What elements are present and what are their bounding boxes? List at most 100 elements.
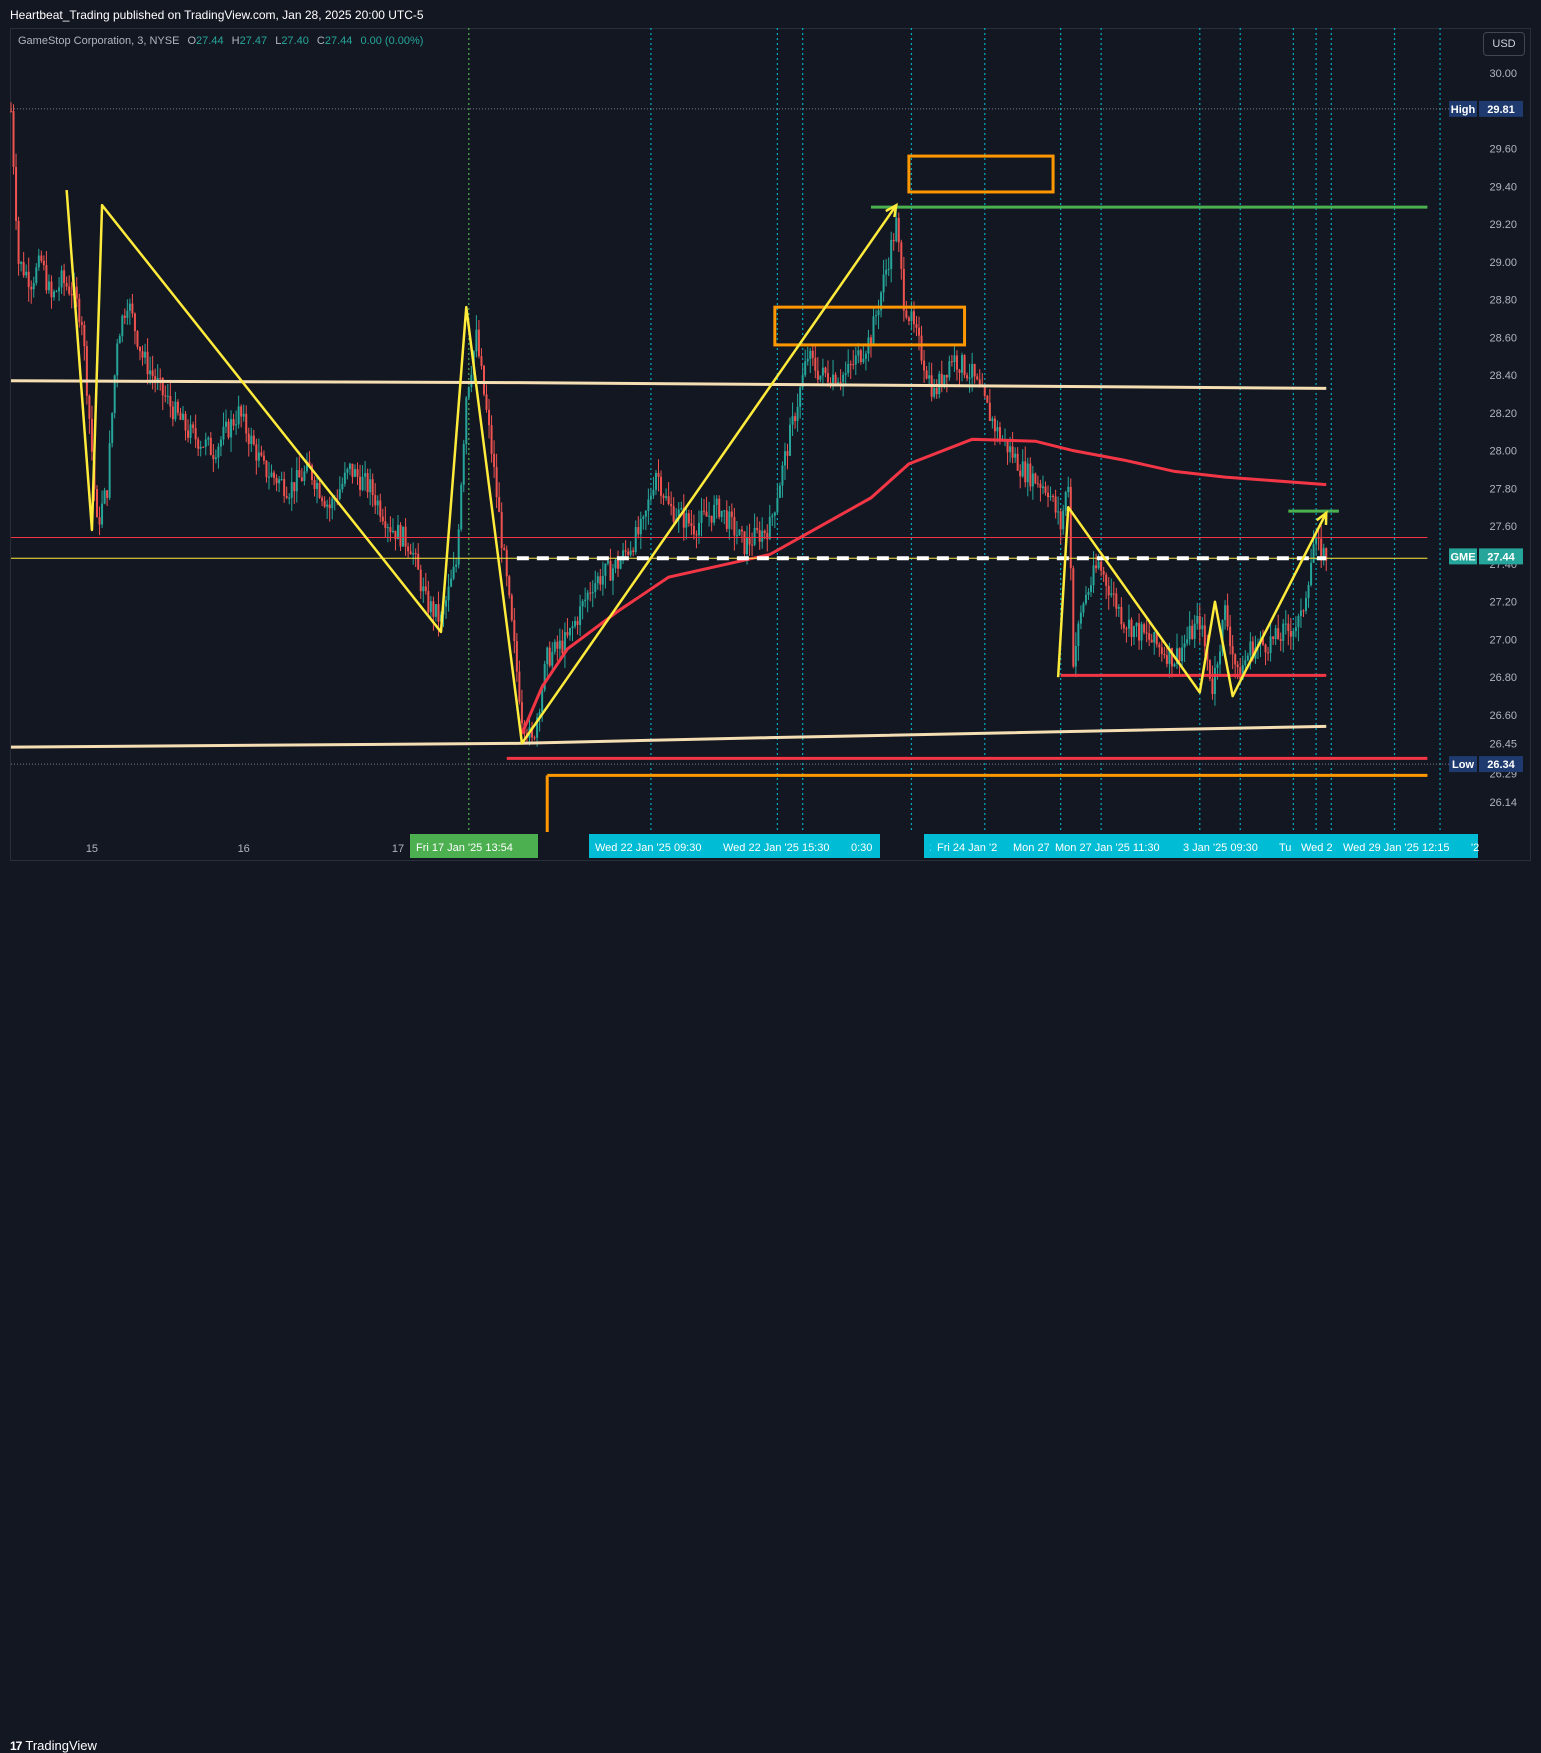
candle-body [149,370,152,375]
candle-body [242,413,245,417]
candle-body [781,465,784,486]
tradingview-logo-icon: 17 [10,1738,22,1753]
candle-body [480,356,483,366]
candle-body [642,516,645,519]
candle-body [988,402,991,422]
candle-body [1297,616,1300,628]
candle-body [1019,470,1022,477]
candle-body [857,350,860,356]
candle-body [518,671,521,703]
candle-body [604,563,607,576]
candle-body [1082,603,1085,613]
candle-body [778,485,781,499]
candle-body [1284,623,1287,625]
candle-body [690,523,693,526]
candle-body [875,315,878,317]
candle-body [907,317,910,322]
y-axis-tick-label: 27.80 [1489,483,1517,495]
candle-body [245,413,248,434]
y-axis-tick-label: 29.60 [1489,144,1517,156]
candle-body [359,476,362,490]
price-badge-value: 27.44 [1487,551,1515,563]
candle-body [1165,655,1168,664]
candle-body [1044,486,1047,493]
currency-button[interactable]: USD [1483,32,1525,56]
candle-body [1072,568,1075,667]
y-axis-tick-label: 27.20 [1489,597,1517,609]
candle-body [743,531,746,555]
price-badge-value: 26.34 [1487,759,1515,771]
candle-body [123,315,126,318]
x-axis-highlight-label: Tu [1279,842,1291,854]
candle-body [1269,636,1272,653]
candle-body [78,298,81,323]
candle-body [450,578,453,587]
tradingview-brand[interactable]: 17 TradingView [10,1738,97,1753]
candle-body [265,460,268,478]
candle-body [384,521,387,528]
candle-body [126,310,129,318]
candle-body [1095,565,1098,569]
candle-body [316,482,319,490]
candle-body [766,533,769,540]
candle-body [1079,612,1082,624]
zigzag-line [1056,506,1328,698]
candle-body [290,482,293,498]
candle-body [381,516,384,522]
candle-body [128,303,131,311]
candle-body [735,535,738,537]
candle-body [437,604,440,622]
candle-body [718,498,721,518]
candle-body [844,373,847,375]
candle-body [541,689,544,713]
change-value: 0.00 (0.00%) [360,35,424,47]
candle-body [1064,492,1067,511]
candle-body [25,271,28,276]
candle-body [467,387,470,398]
candle-body [488,409,491,426]
candle-body [652,489,655,496]
candle-body [548,647,551,666]
candle-body [240,406,243,417]
y-axis-tick-label: 29.20 [1489,219,1517,231]
candle-body [455,564,458,567]
candle-body [1092,565,1095,586]
candle-body [257,452,260,461]
candle-body [187,430,190,438]
candle-body [1224,605,1227,620]
price-zone-box [907,154,1055,194]
candle-body [654,472,657,490]
candle-body [462,444,465,485]
candle-body [816,370,819,380]
candle-body [230,419,233,438]
candle-body [533,737,536,739]
candle-body [1282,623,1285,641]
candle-body [346,469,349,473]
y-axis-tick-label: 28.20 [1489,408,1517,420]
candle-body [713,504,716,523]
candle-body [1315,537,1318,545]
candle-body [877,310,880,316]
candle-body [131,303,134,314]
candle-body [639,518,642,535]
candle-body [1287,623,1290,632]
candle-body [912,311,915,325]
candle-body [627,551,630,555]
candle-body [482,365,485,395]
candle-body [556,641,559,649]
candle-body [1039,483,1042,488]
candle-body [1160,647,1163,654]
candle-body [209,437,212,456]
candle-body [862,358,865,363]
candle-body [885,269,888,275]
price-badge-value: 29.81 [1487,104,1515,116]
indicator-line [10,379,1327,390]
x-axis-highlight-label: Wed 2 [1301,842,1333,854]
candle-body [30,287,33,290]
candle-body [1279,639,1282,641]
candle-body [63,270,66,284]
candle-body [513,620,516,642]
price-chart[interactable]: 30.00 29.60 29.40 29.20 29.00 28.80 28.60 28.40… [0,0,1541,897]
candle-body [505,549,508,577]
candle-body [847,363,850,374]
